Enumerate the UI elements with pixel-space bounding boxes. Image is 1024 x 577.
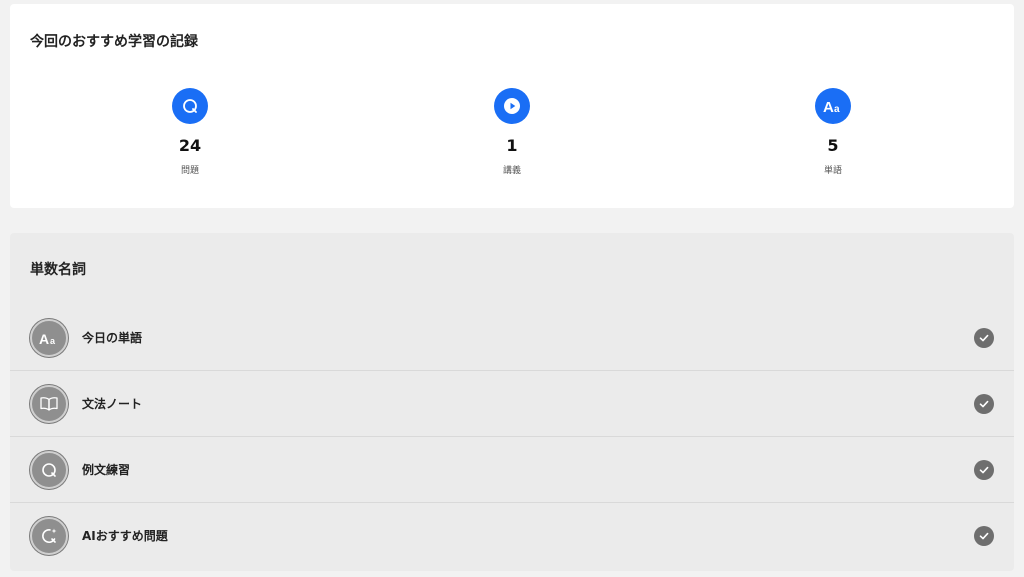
stat-value: 5	[827, 136, 839, 155]
list-item-label: AIおすすめ問題	[82, 529, 168, 543]
play-icon	[494, 88, 530, 124]
stat-label: 問題	[180, 166, 199, 176]
list-item-grammar-note[interactable]: 文法ノート	[10, 371, 1014, 437]
record-title: 今回のおすすめ学習の記録	[30, 34, 198, 50]
stat-label: 講義	[502, 166, 521, 176]
question-icon	[172, 88, 208, 124]
stat-questions: 24 問題	[130, 88, 250, 176]
section-title: 単数名詞	[30, 262, 86, 278]
vocabulary-icon: A a	[30, 318, 68, 357]
check-icon	[974, 459, 994, 480]
list-item-label: 例文練習	[82, 463, 131, 477]
stat-words: A a 5 単語	[773, 88, 893, 176]
vocabulary-icon: A a	[815, 88, 851, 124]
ai-question-icon	[30, 516, 68, 555]
learning-record-card: 今回のおすすめ学習の記録 24 問題 1 講義 A a 5 単語	[10, 4, 1014, 208]
check-icon	[974, 393, 994, 414]
list-item-label: 文法ノート	[82, 397, 143, 411]
list-item-label: 今日の単語	[82, 331, 143, 345]
list-item-ai-questions[interactable]: AIおすすめ問題	[10, 503, 1014, 568]
list-item-example-practice[interactable]: 例文練習	[10, 437, 1014, 503]
svg-text:A: A	[39, 331, 49, 347]
stat-label: 単語	[823, 166, 842, 176]
stat-value: 24	[178, 136, 202, 155]
svg-text:A: A	[823, 99, 834, 115]
stat-lectures: 1 講義	[452, 88, 572, 176]
question-icon	[30, 450, 68, 489]
list-item-daily-words[interactable]: A a 今日の単語	[10, 305, 1014, 371]
stat-value: 1	[506, 136, 518, 155]
svg-text:a: a	[834, 104, 840, 115]
book-icon	[30, 384, 68, 423]
lesson-section-card: 単数名詞 A a 今日の単語 文法ノート 例文練習 AIおすすめ問題	[10, 233, 1014, 571]
svg-text:a: a	[50, 336, 56, 346]
check-icon	[974, 327, 994, 348]
check-icon	[974, 525, 994, 546]
